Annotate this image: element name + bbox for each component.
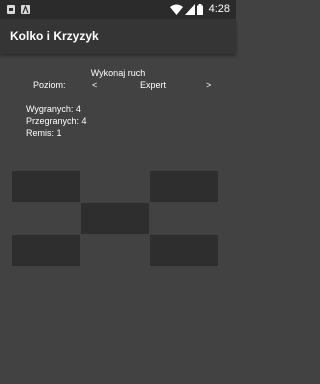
game-board: [12, 171, 220, 267]
level-label: Poziom:: [33, 80, 66, 90]
level-prev-button[interactable]: <: [92, 80, 97, 90]
app-title: Kolko i Krzyzyk: [10, 29, 99, 43]
status-bar: 4:28: [0, 0, 236, 19]
status-time: 4:28: [208, 3, 230, 15]
board-cell[interactable]: [150, 203, 218, 234]
signal-icon: [185, 4, 195, 15]
board-cell[interactable]: [81, 203, 149, 234]
android-icon: [7, 5, 15, 14]
stat-draws: Remis: 1: [26, 128, 62, 138]
level-next-button[interactable]: >: [206, 80, 211, 90]
board-cell[interactable]: [12, 171, 80, 202]
game-status-message: Wykonaj ruch: [90, 68, 146, 78]
board-cell[interactable]: [81, 235, 149, 266]
board-cell[interactable]: [81, 171, 149, 202]
board-cell[interactable]: [150, 171, 218, 202]
stat-wins: Wygranych: 4: [26, 104, 81, 114]
board-cell[interactable]: [12, 235, 80, 266]
battery-icon: [197, 4, 203, 15]
notification-a-icon: [21, 4, 30, 14]
wifi-icon: [170, 4, 183, 15]
app-bar: Kolko i Krzyzyk: [0, 19, 236, 54]
board-cell[interactable]: [150, 235, 218, 266]
stat-losses: Przegranych: 4: [26, 116, 87, 126]
board-cell[interactable]: [12, 203, 80, 234]
level-value: Expert: [140, 80, 167, 90]
